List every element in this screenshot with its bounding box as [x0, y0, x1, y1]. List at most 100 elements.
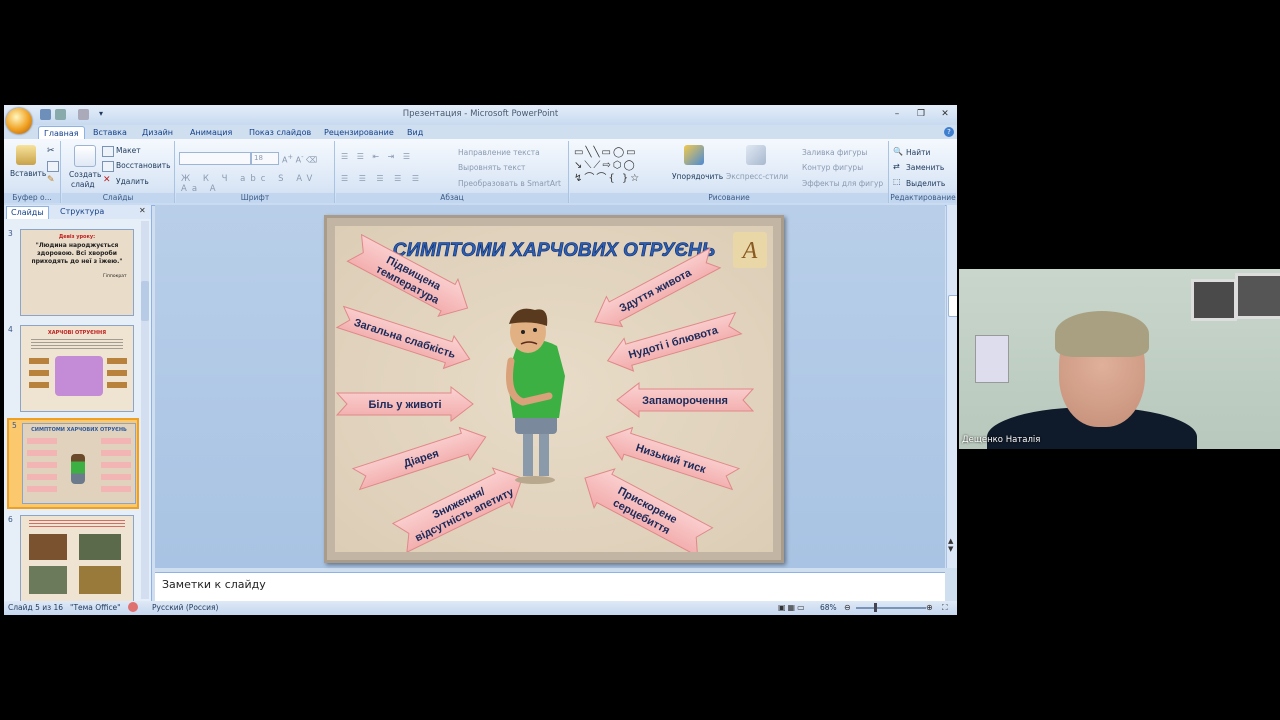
reset-button[interactable]: Восстановить	[116, 161, 171, 170]
quick-styles-icon[interactable]	[746, 145, 766, 165]
font-family-field[interactable]	[179, 152, 251, 165]
status-bar: Слайд 5 из 16 "Тема Office" Русский (Рос…	[4, 601, 957, 615]
thumb-photo-3	[29, 566, 67, 594]
group-label-font: Шрифт	[176, 193, 334, 203]
slide-thumb-4[interactable]: ХАРЧОВІ ОТРУЄННЯ	[20, 325, 134, 412]
slide-thumb-6[interactable]	[20, 515, 134, 602]
thumb-arrows-right	[101, 438, 131, 498]
symptom-arrow-right-3[interactable]: Запаморочення	[616, 381, 755, 419]
find-button[interactable]: Найти	[906, 148, 930, 157]
layout-button[interactable]: Макет	[116, 146, 141, 155]
group-editing: 🔍 Найти ⇄ Заменить ⬚ Выделить Редактиров…	[890, 141, 956, 203]
tab-home[interactable]: Главная	[38, 126, 85, 140]
fit-to-window-icon[interactable]: ⛶	[942, 603, 948, 613]
thumb-number: 6	[8, 515, 13, 524]
slides-pane: Слайды Структура ✕ 3 Девіз уроку: "Людин…	[4, 205, 152, 602]
group-label-editing: Редактирование	[890, 193, 956, 203]
align-text-button[interactable]: Выровнять текст	[458, 163, 525, 172]
select-button[interactable]: Выделить	[906, 179, 945, 188]
prev-next-slide-icons[interactable]: ▲ ▼	[948, 537, 953, 553]
paste-button[interactable]: Вставить	[10, 169, 46, 178]
group-label-slides: Слайды	[62, 193, 174, 203]
pane-scroll-thumb[interactable]	[141, 281, 149, 321]
zoom-in-icon[interactable]: ⊕	[926, 603, 933, 612]
slide-thumb-3[interactable]: Девіз уроку: "Людина народжується здоров…	[20, 229, 134, 316]
smartart-button[interactable]: Преобразовать в SmartArt	[458, 179, 561, 188]
symptom-arrow-left-4[interactable]: Діарея	[351, 421, 491, 495]
layout-icon	[102, 146, 114, 157]
format-painter-icon[interactable]: ✎	[47, 175, 55, 185]
status-language[interactable]: Русский (Россия)	[152, 603, 218, 612]
office-button[interactable]	[6, 108, 32, 134]
tab-insert[interactable]: Вставка	[88, 126, 132, 139]
replace-button[interactable]: Заменить	[906, 163, 944, 172]
notes-pane[interactable]: Заметки к слайду	[155, 572, 945, 601]
shape-fill-button[interactable]: Заливка фигуры	[802, 148, 867, 157]
thumb-diagram	[55, 356, 103, 396]
svg-text:A: A	[741, 238, 758, 264]
cut-icon[interactable]: ✂	[47, 146, 55, 156]
paste-icon[interactable]	[16, 145, 36, 165]
grow-font-icon[interactable]: A+ A- ⌫	[282, 153, 317, 165]
text-direction-button[interactable]: Направление текста	[458, 148, 540, 157]
slide-canvas[interactable]: СИМПТОМИ ХАРЧОВИХ ОТРУЄНЬ A Підвищенатем…	[324, 215, 784, 563]
shape-effects-button[interactable]: Эффекты для фигур	[802, 179, 883, 188]
thumb-5-canvas: СИМПТОМИ ХАРЧОВИХ ОТРУЄНЬ	[22, 423, 136, 504]
view-buttons-icon[interactable]: ▣▦▭	[778, 603, 807, 612]
tab-slides[interactable]: Слайды	[6, 206, 49, 219]
window-in-background	[1191, 279, 1237, 321]
delete-icon: ✕	[103, 175, 111, 185]
shape-outline-button[interactable]: Контур фигуры	[802, 163, 863, 172]
arrange-icon[interactable]	[684, 145, 704, 165]
group-label-clipboard: Буфер о...	[4, 193, 60, 203]
select-icon: ⬚	[893, 177, 901, 186]
thumb-photo-1	[29, 534, 67, 560]
slide-scroll-thumb[interactable]	[948, 295, 957, 317]
slide-title[interactable]: СИМПТОМИ ХАРЧОВИХ ОТРУЄНЬ	[392, 240, 715, 262]
slide-scrollbar[interactable]: ▲ ▼	[946, 205, 957, 568]
tab-animation[interactable]: Анимация	[185, 126, 237, 139]
symptom-label: Здуття живота	[617, 266, 694, 314]
status-theme: "Тема Office"	[70, 603, 121, 612]
zoom-slider-thumb[interactable]	[874, 603, 877, 612]
tab-view[interactable]: Вид	[402, 126, 428, 139]
zoom-slider[interactable]	[856, 607, 926, 609]
close-button[interactable]: ✕	[938, 108, 952, 120]
help-icon[interactable]: ?	[944, 127, 954, 137]
thumb-title: ХАРЧОВІ ОТРУЄННЯ	[47, 330, 107, 336]
pane-close-icon[interactable]: ✕	[139, 206, 146, 215]
powerpoint-window: ▾ Презентация - Microsoft PowerPoint – ❐…	[4, 105, 957, 615]
zoom-out-icon[interactable]: ⊖	[844, 603, 851, 612]
decor-corner-icon: A	[733, 232, 767, 268]
tab-review[interactable]: Рецензирование	[319, 126, 399, 139]
new-slide-label2[interactable]: слайд	[71, 180, 95, 189]
zoom-level[interactable]: 68%	[820, 603, 837, 612]
delete-button[interactable]: Удалить	[116, 177, 149, 186]
tab-design[interactable]: Дизайн	[137, 126, 178, 139]
copy-icon[interactable]	[47, 161, 59, 172]
new-slide-button[interactable]: Создать	[69, 170, 101, 179]
thumbs-list: 3 Девіз уроку: "Людина народжується здор…	[4, 219, 151, 602]
shapes-gallery[interactable]: ▭╲╲▭◯▭ ↘⟍⟋⇨⬡◯ ↯⌒⌒{ }☆	[574, 146, 664, 188]
group-drawing: ▭╲╲▭◯▭ ↘⟍⟋⇨⬡◯ ↯⌒⌒{ }☆ Упорядочить Экспресс…	[570, 141, 889, 203]
maximize-button[interactable]: ❐	[914, 108, 928, 120]
group-clipboard: Вставить ✂ ✎ Буфер о...	[4, 141, 61, 203]
minimize-button[interactable]: –	[890, 108, 904, 120]
tab-outline[interactable]: Структура	[56, 206, 108, 218]
slide-thumb-5-selected[interactable]: 5 СИМПТОМИ ХАРЧОВИХ ОТРУЄНЬ	[7, 418, 139, 509]
spellcheck-icon[interactable]	[128, 602, 138, 612]
new-slide-icon[interactable]	[74, 145, 96, 167]
list-icons[interactable]: ☰ ☰ ⇤ ⇥ ☰	[341, 152, 413, 161]
notes-placeholder[interactable]: Заметки к слайду	[162, 578, 266, 591]
font-size-field[interactable]: 18	[251, 152, 279, 165]
align-icons[interactable]: ☰ ☰ ☰ ☰ ☰	[341, 174, 423, 183]
thumb-text-lines	[29, 520, 125, 528]
thumb-images-right	[107, 358, 127, 392]
arrange-button[interactable]: Упорядочить	[672, 172, 723, 181]
group-label-paragraph: Абзац	[336, 193, 568, 203]
tab-slideshow[interactable]: Показ слайдов	[244, 126, 316, 139]
font-style-icons[interactable]: Ж К Ч abc S AV Aa A	[181, 174, 334, 194]
pane-scrollbar[interactable]	[141, 221, 149, 599]
symptom-arrow-left-3[interactable]: Біль у животі	[335, 385, 474, 423]
quick-styles-button[interactable]: Экспресс-стили	[726, 172, 788, 181]
